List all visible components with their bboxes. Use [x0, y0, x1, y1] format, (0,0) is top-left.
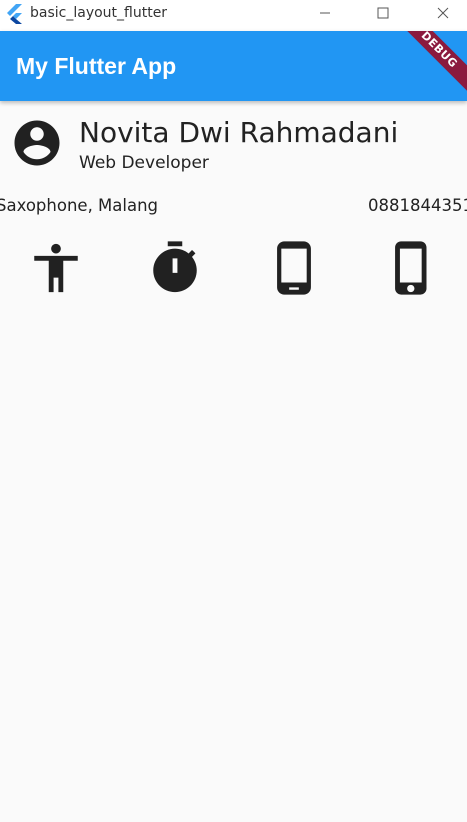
- account-circle-icon: [14, 120, 60, 166]
- location-text: Saxophone, Malang: [0, 196, 159, 215]
- close-button[interactable]: [420, 0, 466, 26]
- profile-name: Novita Dwi Rahmadani: [79, 116, 399, 149]
- window-title: basic_layout_flutter: [30, 5, 168, 21]
- info-row: Saxophone, Malang 088184435183: [0, 196, 467, 218]
- profile-role: Web Developer: [79, 153, 209, 173]
- minimize-icon: [320, 12, 330, 14]
- app-bar-title: My Flutter App: [16, 53, 177, 79]
- icon-row: [0, 238, 467, 300]
- minimize-button[interactable]: [302, 0, 348, 26]
- window-titlebar: basic_layout_flutter: [0, 0, 467, 31]
- app-window: basic_layout_flutter My Flutter App DEBU…: [0, 0, 467, 822]
- close-icon: [437, 7, 449, 19]
- phone-android-icon: [264, 238, 324, 298]
- phone-text: 088184435183: [368, 196, 467, 215]
- accessibility-icon: [26, 238, 86, 298]
- debug-banner: DEBUG: [390, 31, 467, 99]
- app-bar: My Flutter App DEBUG: [0, 31, 467, 101]
- timer-icon: [145, 238, 205, 298]
- maximize-button[interactable]: [360, 0, 406, 26]
- flutter-logo-icon: [7, 4, 22, 24]
- maximize-icon: [377, 7, 389, 19]
- phone-iphone-icon: [382, 238, 442, 298]
